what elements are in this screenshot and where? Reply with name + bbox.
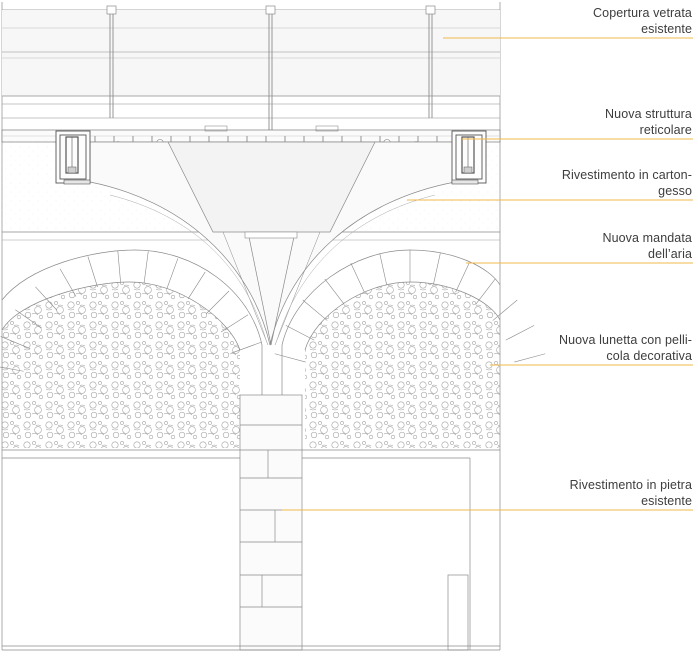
label-copertura-vetrata: Copertura vetrata esistente: [593, 6, 692, 36]
label-nuova-mandata: Nuova mandata dell’aria: [602, 231, 692, 261]
label-rivestimento-cartongesso: Rivestimento in carton- gesso: [561, 168, 692, 198]
architectural-section-drawing: [0, 2, 693, 651]
air-supply-unit-left: [55, 130, 91, 185]
decorative-lunette-right: [305, 282, 500, 448]
stone-pier: [239, 345, 303, 651]
label-nuova-struttura: Nuova struttura reticolare: [605, 107, 692, 137]
label-rivestimento-pietra: Rivestimento in pietra esistente: [569, 478, 692, 508]
label-nuova-lunetta: Nuova lunetta con pelli- cola decorativa: [558, 333, 692, 363]
decorative-lunette-left: [2, 282, 240, 448]
